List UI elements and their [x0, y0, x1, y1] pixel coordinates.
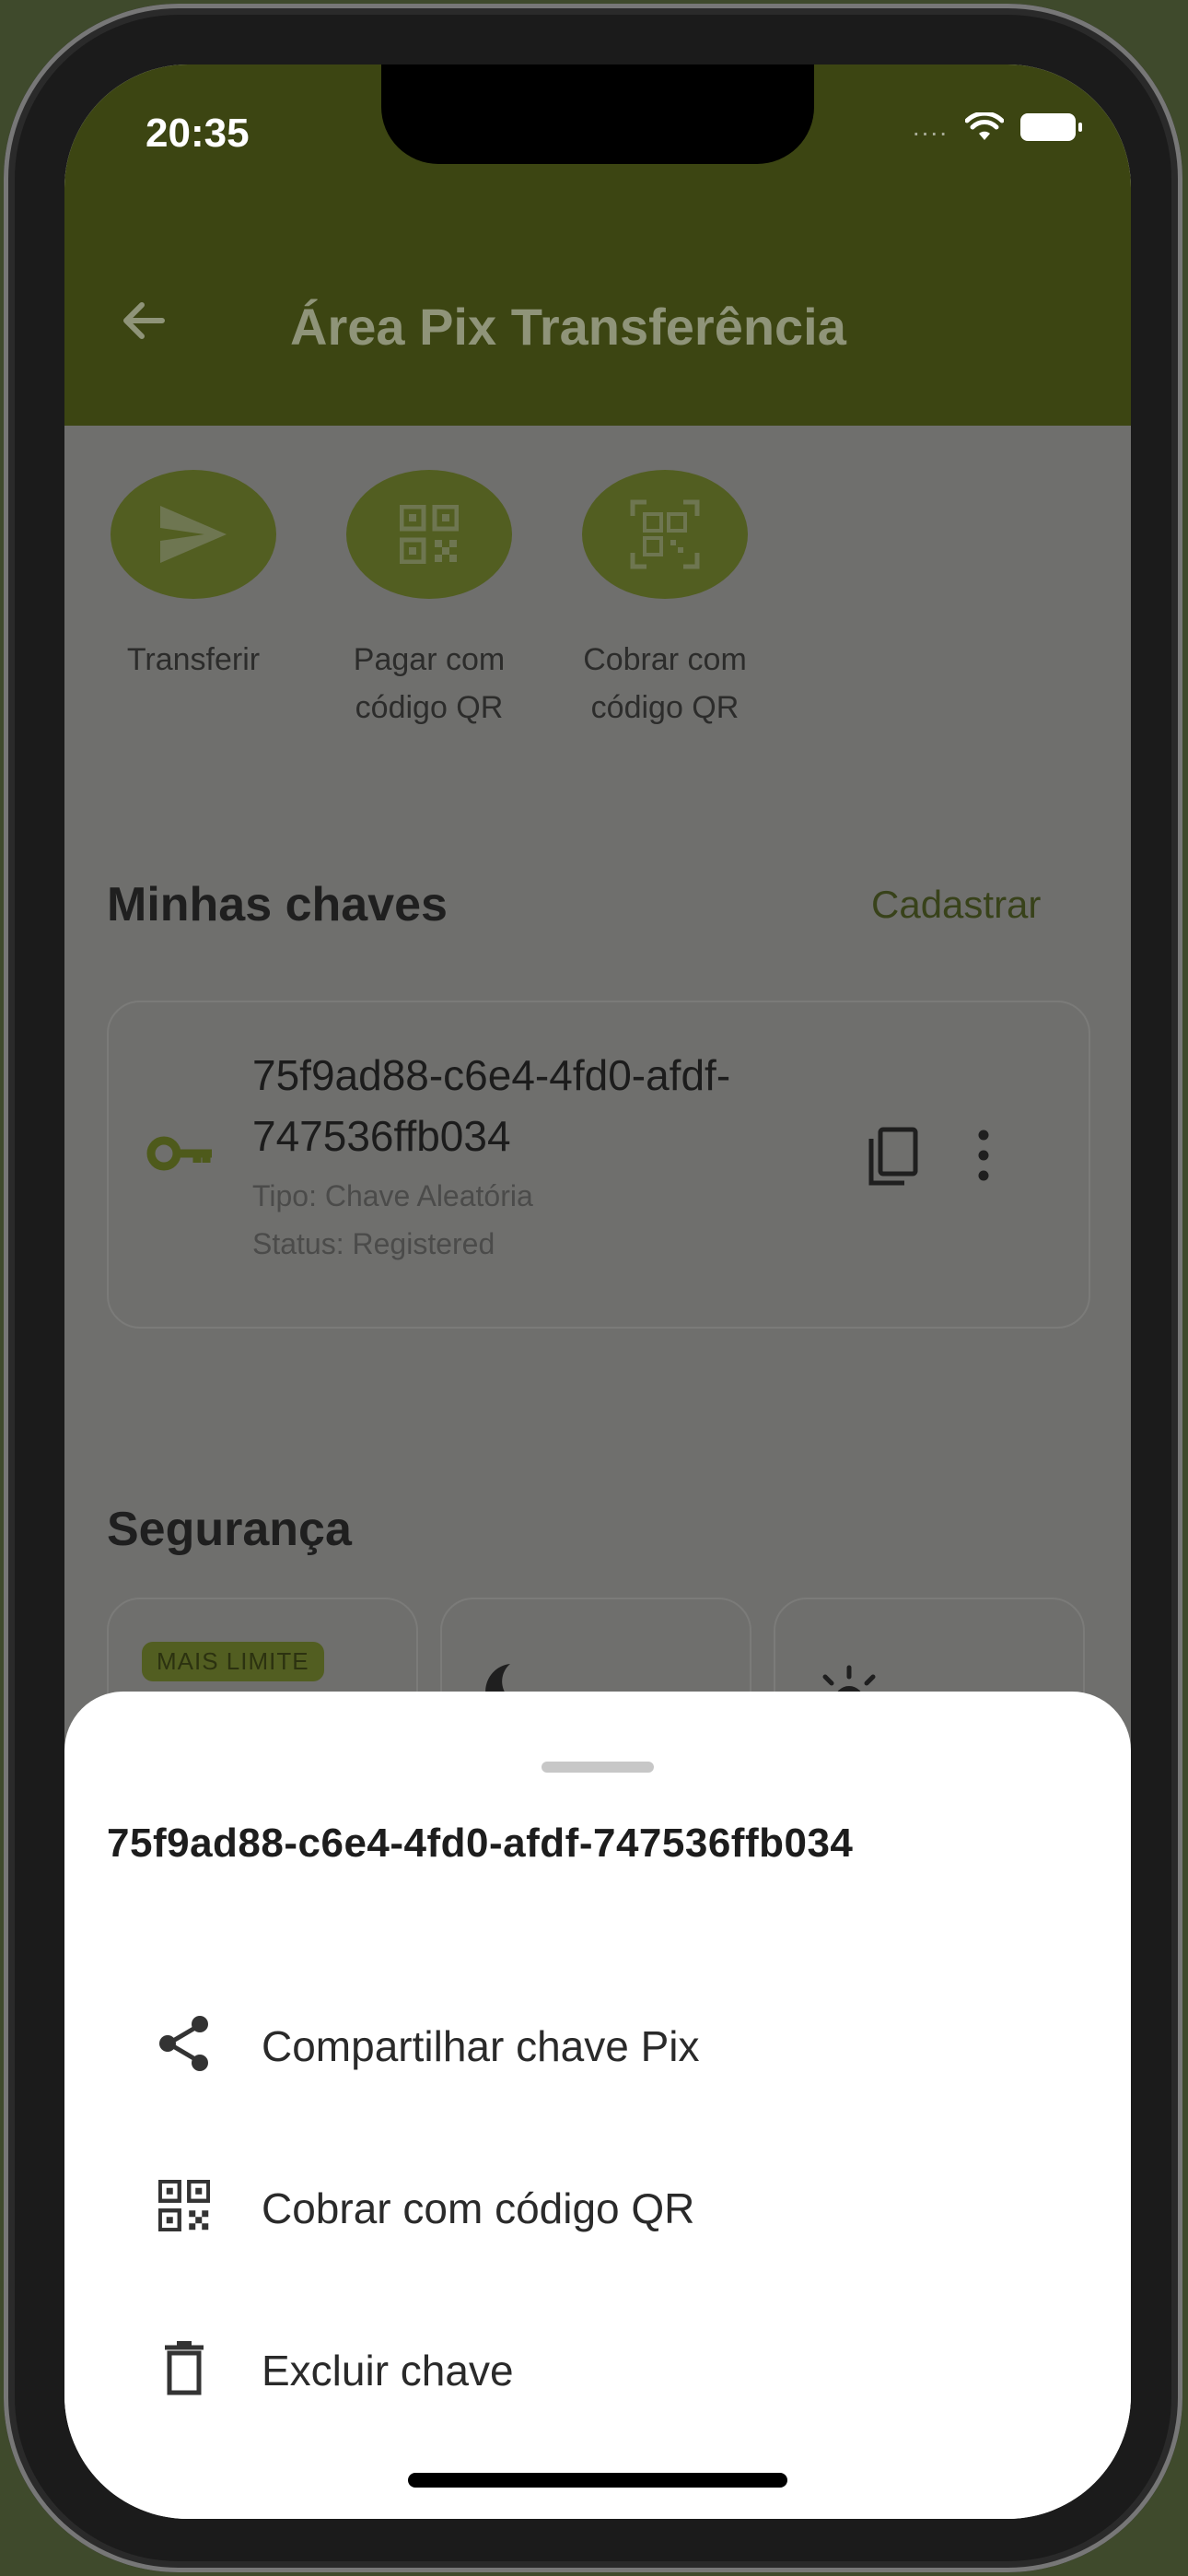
menu-item-label: Compartilhar chave Pix — [262, 2022, 700, 2070]
menu-item-label: Excluir chave — [262, 2347, 514, 2395]
menu-item-share[interactable]: Compartilhar chave Pix — [64, 1970, 1131, 2117]
menu-item-label: Cobrar com código QR — [262, 2184, 695, 2232]
qr-code-icon — [400, 505, 459, 564]
pix-key-type: Tipo: Chave Aleatória — [252, 1179, 533, 1212]
device-frame: 20:35 .... Área Pix Transferência Transf… — [4, 4, 1182, 2572]
action-circle[interactable] — [582, 470, 748, 599]
trash-icon — [155, 2338, 214, 2397]
pix-key-value: 75f9ad88-c6e4-4fd0-afdf-747536ffb034 — [252, 1051, 731, 1160]
notch — [381, 64, 814, 164]
battery-icon — [1020, 113, 1082, 141]
page-title: Área Pix Transferência — [290, 298, 846, 356]
key-icon — [146, 1136, 212, 1171]
share-icon — [155, 2014, 214, 2073]
bottom-sheet: 75f9ad88-c6e4-4fd0-afdf-747536ffb034 Com… — [64, 1692, 1131, 2519]
drag-handle[interactable] — [542, 1762, 654, 1773]
action-label: Cobrar com código QR — [583, 642, 747, 725]
arrow-left-icon[interactable] — [116, 293, 171, 348]
more-vertical-icon[interactable] — [974, 1128, 993, 1183]
signal-dots: .... — [912, 112, 949, 141]
sheet-title: 75f9ad88-c6e4-4fd0-afdf-747536ffb034 — [107, 1821, 854, 1866]
status-icons: .... — [912, 112, 1082, 142]
pix-key-card[interactable]: 75f9ad88-c6e4-4fd0-afdf-747536ffb034 Tip… — [107, 1001, 1090, 1329]
action-pagar-qr[interactable]: Pagar com código QR — [319, 470, 540, 732]
limit-badge: MAIS LIMITE — [142, 1642, 324, 1681]
qr-scan-icon — [630, 499, 700, 569]
action-cobrar-qr[interactable]: Cobrar com código QR — [554, 470, 775, 732]
action-circle[interactable] — [111, 470, 276, 599]
action-circle[interactable] — [346, 470, 512, 599]
action-transferir[interactable]: Transferir — [83, 470, 304, 684]
app-bar: Área Pix Transferência — [64, 193, 1131, 426]
qr-code-icon — [155, 2176, 214, 2235]
security-section-title: Segurança — [107, 1503, 352, 1556]
action-label: Transferir — [126, 642, 261, 677]
home-indicator[interactable] — [408, 2473, 787, 2488]
send-icon — [160, 506, 227, 563]
keys-section-title: Minhas chaves — [107, 878, 448, 931]
pix-key-status: Status: Registered — [252, 1227, 495, 1260]
copy-icon[interactable] — [866, 1126, 921, 1190]
action-label: Pagar com código QR — [353, 642, 506, 725]
register-key-link[interactable]: Cadastrar — [871, 883, 1041, 927]
phone-screen: 20:35 .... Área Pix Transferência Transf… — [64, 64, 1131, 2519]
wifi-icon — [965, 112, 1004, 140]
menu-item-delete[interactable]: Excluir chave — [64, 2294, 1131, 2441]
menu-item-cobrar-qr[interactable]: Cobrar com código QR — [64, 2132, 1131, 2279]
status-time: 20:35 — [146, 111, 250, 156]
